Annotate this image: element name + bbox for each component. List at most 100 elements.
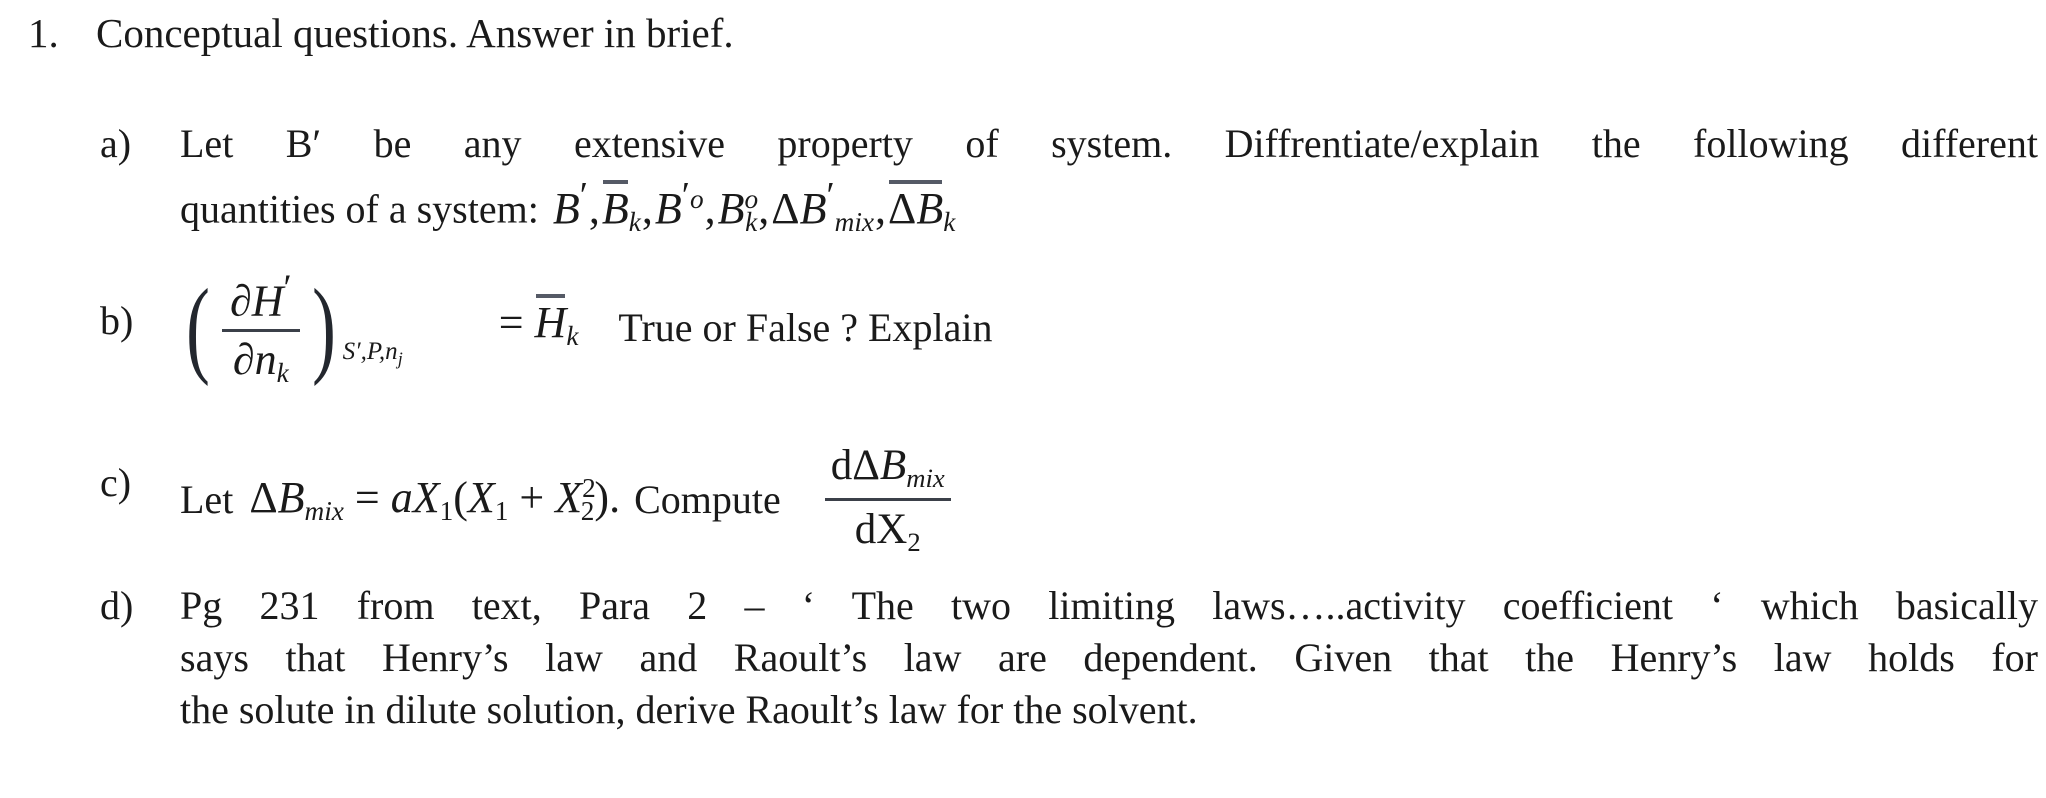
paren-close-c: ) [594,472,610,522]
derivative-fraction-bar [824,498,951,501]
math-term-Bk-bar-sub: k [628,206,641,237]
sub-item-d-line1: Pg 231 from text, Para 2 – ‘ The two lim… [180,583,2038,629]
d-symbol-numerator: d [830,441,853,489]
derivative-denominator-sub: 2 [907,526,921,557]
sub-item-a-line1: Let B′ be any extensive property of syst… [180,121,2038,166]
math-term-dBk-sub: k [943,206,956,237]
partial-derivative-expression: ( ∂H′ ∂nk ) S′,P,nj [180,268,403,389]
sub-item-d-body: Pg 231 from text, Para 2 – ‘ The two lim… [180,580,2038,736]
moles-var: n [254,334,277,384]
mole-fraction-X1b: X [467,472,495,522]
held-constant-subscript-tail: j [397,348,403,369]
enthalpy-var: H [251,276,284,326]
true-false-prompt: True or False ? Explain [618,305,993,351]
plus-sign-c: + [519,472,545,522]
partial-symbol-denominator: ∂ [232,334,255,384]
sub-item-d-line2: says that Henry’s law and Raoult’s law a… [180,635,2038,681]
paren-right: ) [311,268,336,388]
mole-fraction-X2: X [555,472,583,522]
math-term-Bko-var: B [717,183,745,233]
paren-left: ( [186,268,210,388]
d-symbol-denominator: d [854,506,877,553]
partial-molar-enthalpy-bar: H [534,293,567,349]
derivative-denominator-var: X [876,506,908,553]
partial-derivative-fraction: ∂H′ ∂nk [216,268,306,389]
derivative-numerator-sub: mix [906,462,945,493]
sub-item-b-marker: b) [100,298,134,344]
sub-item-a: a) Let B′ be any extensive property of s… [100,118,2038,248]
math-term-Bo-prime-sup: o [689,183,704,214]
derivative-denominator: dX2 [849,505,927,558]
document-page: 1. Conceptual questions. Answer in brief… [0,0,2046,798]
math-term-dBmix-prime: ′ [826,175,835,216]
derivative-numerator-var: B [879,441,907,489]
question-1-block: 1. Conceptual questions. Answer in brief… [28,8,2028,58]
mole-fraction-X1-sub: 1 [439,496,454,527]
math-comma-3: , [704,183,716,233]
derivative-fraction: dΔBmix dX2 [824,441,951,559]
enthalpy-prime: ′ [283,267,292,309]
partial-derivative-numerator: ∂H′ [222,268,300,326]
sub-item-d-line3: the solute in dilute solution, derive Ra… [180,687,1198,733]
let-label-c: Let [180,476,234,522]
delta-symbol-c: Δ [249,472,278,522]
sub-item-c-body: Let ΔBmix = aX1(X1 + X22). Compute dΔBmi… [180,407,2038,559]
mole-fraction-X1: X [412,472,440,522]
sub-item-b-equation-row: ( ∂H′ ∂nk ) S′,P,nj = Hk True or False ?… [180,268,2038,389]
mole-fraction-X1b-sub: 1 [494,496,509,527]
sub-item-b: b) ( ∂H′ ∂nk ) S′,P,nj = Hk True or Fals… [100,254,2038,389]
math-term-Bko-sub: k [745,206,758,237]
math-comma-5: , [875,183,887,233]
partial-derivative-denominator: ∂nk [225,335,297,389]
sub-item-a-body: Let B′ be any extensive property of syst… [180,118,2038,248]
delta-symbol-numerator: Δ [852,441,880,489]
sub-question-list: a) Let B′ be any extensive property of s… [100,118,2038,736]
partial-symbol-numerator: ∂ [229,276,252,326]
fraction-bar [221,328,300,332]
math-comma-1: , [588,183,600,233]
mixing-property-equation: ΔBmix = aX1(X1 + X22). [249,462,620,537]
paren-open-c: ( [453,472,468,522]
held-constant-subscript: S′,P,nj [343,326,403,388]
sub-item-c-equation-row: Let ΔBmix = aX1(X1 + X22). Compute dΔBmi… [180,441,2038,559]
math-term-Bo-prime-var: B [654,183,682,233]
math-term-dBk-delta: Δ [888,183,917,233]
question-1-row: 1. Conceptual questions. Answer in brief… [28,8,2028,58]
mixing-property-var: B [277,472,305,522]
mole-fraction-X2-sub: 2 [580,496,595,527]
partial-molar-enthalpy-var: H [534,297,567,347]
partial-molar-enthalpy-sub: k [566,320,579,351]
math-term-B-prime-var: B [552,183,580,233]
sub-item-d: d) Pg 231 from text, Para 2 – ‘ The two … [100,580,2038,736]
mixing-property-sub: mix [304,496,344,527]
moles-sub: k [276,358,289,389]
sub-item-a-marker: a) [100,121,132,166]
coefficient-a: a [390,472,413,522]
compute-label: Compute [634,476,781,522]
sub-item-d-marker: d) [100,583,134,629]
math-comma-4: , [758,183,770,233]
math-term-dBmix-var: B [799,183,827,233]
sub-item-a-math-list: B′,Bk,B′o,Bok,ΔB′mix,ΔBk [552,175,955,237]
held-constant-subscript-main: S′,P,n [342,338,398,366]
question-title: Conceptual questions. Answer in brief. [96,10,734,56]
sub-item-c: c) Let ΔBmix = aX1(X1 + X22). Compute dΔ… [100,407,2038,559]
question-number: 1. [28,10,59,56]
math-term-dBmix-sub: mix [834,206,875,237]
math-term-B-prime-mark: ′ [579,175,588,216]
equals-partial-molar-enthalpy: = Hk [498,293,579,362]
equals-sign-b: = [498,297,524,347]
math-comma-2: , [641,183,653,233]
math-term-dBk-bar: ΔB [888,179,944,235]
sub-item-a-line2-prefix: quantities of a system: [180,186,539,232]
math-term-dBk-var: B [916,183,944,233]
period-c: . [609,472,621,522]
sub-item-c-marker: c) [100,459,132,505]
math-term-Bo-prime-mark: ′ [681,175,690,216]
derivative-numerator: dΔBmix [825,441,951,494]
math-term-Bk-bar: B [602,179,629,235]
math-term-dBmix-delta: Δ [771,183,800,233]
sub-item-a-line2: quantities of a system: B′,Bk,B′o,Bok,ΔB′… [180,170,2038,248]
equals-sign-c: = [354,472,380,522]
sub-item-b-body: ( ∂H′ ∂nk ) S′,P,nj = Hk True or False ?… [180,254,2038,389]
